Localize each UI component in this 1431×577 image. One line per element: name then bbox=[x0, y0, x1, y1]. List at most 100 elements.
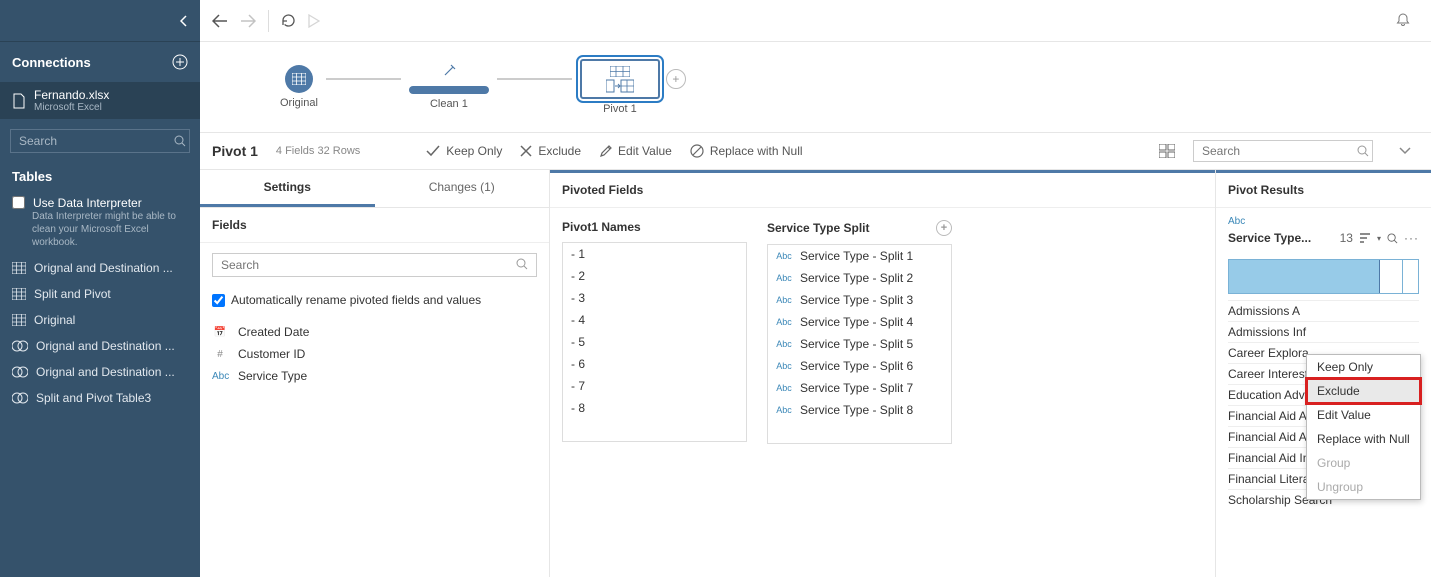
add-connection-button[interactable] bbox=[172, 54, 188, 70]
file-icon bbox=[12, 93, 26, 109]
search-icon[interactable] bbox=[1387, 233, 1398, 244]
data-interpreter-hint: Data Interpreter might be able to clean … bbox=[32, 210, 188, 249]
notifications-icon[interactable] bbox=[1395, 12, 1411, 28]
table-icon bbox=[285, 65, 313, 93]
actionbar-search-input[interactable] bbox=[1202, 144, 1357, 158]
keep-only-button[interactable]: Keep Only bbox=[426, 144, 502, 158]
forward-button[interactable] bbox=[240, 14, 256, 28]
pivot-split-item[interactable]: AbcService Type - Split 7 bbox=[768, 377, 951, 399]
chevron-down-icon[interactable]: ▾ bbox=[1377, 234, 1381, 243]
abc-icon: Abc bbox=[776, 405, 792, 415]
add-step-button[interactable]: + bbox=[666, 69, 686, 89]
pivot-split-item[interactable]: AbcService Type - Split 5 bbox=[768, 333, 951, 355]
abc-icon: Abc bbox=[776, 317, 792, 327]
sidebar-table-item[interactable]: Orignal and Destination ... bbox=[0, 333, 200, 359]
flow-node-original[interactable]: Original bbox=[280, 65, 318, 109]
use-data-interpreter[interactable]: Use Data Interpreter bbox=[12, 196, 188, 210]
flow-node-clean[interactable]: Clean 1 bbox=[409, 64, 489, 110]
step-title: Pivot 1 bbox=[212, 143, 258, 159]
exclude-button[interactable]: Exclude bbox=[520, 144, 581, 158]
pivot-name-item[interactable]: - 2 bbox=[563, 265, 746, 287]
join-icon bbox=[12, 340, 28, 352]
field-row[interactable]: #Customer ID bbox=[200, 343, 549, 365]
connection-file-type: Microsoft Excel bbox=[34, 102, 109, 113]
search-icon bbox=[516, 258, 528, 272]
fields-search-input[interactable] bbox=[221, 258, 516, 272]
sidebar-table-item[interactable]: Orignal and Destination ... bbox=[0, 255, 200, 281]
pivot-name-item[interactable]: - 6 bbox=[563, 353, 746, 375]
pivot-results-title: Pivot Results bbox=[1216, 170, 1431, 208]
pivot-split-list[interactable]: AbcService Type - Split 1AbcService Type… bbox=[767, 244, 952, 444]
pivot-names-header: Pivot1 Names bbox=[562, 220, 641, 234]
connection-item[interactable]: Fernando.xlsx Microsoft Excel bbox=[0, 82, 200, 119]
ctx-edit-value[interactable]: Edit Value bbox=[1307, 403, 1420, 427]
tab-settings[interactable]: Settings bbox=[200, 170, 375, 207]
ctx-ungroup: Ungroup bbox=[1307, 475, 1420, 499]
refresh-button[interactable] bbox=[281, 13, 296, 28]
pivot-name-item[interactable]: - 5 bbox=[563, 331, 746, 353]
sidebar-table-item[interactable]: Split and Pivot Table3 bbox=[0, 385, 200, 411]
sidebar-search[interactable] bbox=[10, 129, 190, 153]
edit-value-button[interactable]: Edit Value bbox=[599, 144, 672, 158]
field-row[interactable]: AbcService Type bbox=[200, 365, 549, 387]
auto-rename-checkbox[interactable]: Automatically rename pivoted fields and … bbox=[200, 287, 549, 313]
distribution-bar[interactable] bbox=[1228, 259, 1419, 294]
run-flow-button[interactable] bbox=[308, 14, 320, 28]
sidebar-table-item[interactable]: Orignal and Destination ... bbox=[0, 359, 200, 385]
pivot-split-item[interactable]: AbcService Type - Split 2 bbox=[768, 267, 951, 289]
context-menu: Keep Only Exclude Edit Value Replace wit… bbox=[1306, 354, 1421, 500]
connection-file-name: Fernando.xlsx bbox=[34, 88, 109, 102]
flow-canvas[interactable]: Original Clean 1 Pivot 1 + bbox=[200, 42, 1431, 132]
collapse-sidebar-button[interactable] bbox=[180, 15, 188, 27]
replace-null-button[interactable]: Replace with Null bbox=[690, 144, 803, 158]
flow-node-pivot[interactable]: Pivot 1 bbox=[580, 59, 660, 115]
pivot-name-item[interactable]: - 1 bbox=[563, 243, 746, 265]
pivot-name-item[interactable]: - 4 bbox=[563, 309, 746, 331]
datatype-abc-icon: Abc bbox=[1228, 216, 1419, 227]
actionbar-search[interactable] bbox=[1193, 140, 1373, 162]
more-icon[interactable]: ··· bbox=[1404, 231, 1419, 245]
sidebar-search-input[interactable] bbox=[19, 134, 174, 148]
field-row[interactable]: 📅Created Date bbox=[200, 321, 549, 343]
sort-icon[interactable] bbox=[1359, 233, 1371, 243]
pivot-name-item[interactable]: - 3 bbox=[563, 287, 746, 309]
join-icon bbox=[12, 392, 28, 404]
expand-panel-button[interactable] bbox=[1391, 147, 1419, 155]
tab-changes[interactable]: Changes (1) bbox=[375, 170, 550, 207]
sidebar-table-item[interactable]: Split and Pivot bbox=[0, 281, 200, 307]
pivot-split-item[interactable]: AbcService Type - Split 8 bbox=[768, 399, 951, 421]
pivot-split-item[interactable]: AbcService Type - Split 3 bbox=[768, 289, 951, 311]
view-toggle-icon[interactable] bbox=[1159, 144, 1175, 158]
number-icon: # bbox=[212, 349, 228, 360]
pivot-name-item[interactable]: - 7 bbox=[563, 375, 746, 397]
pivot-split-item[interactable]: AbcService Type - Split 6 bbox=[768, 355, 951, 377]
result-count: 13 bbox=[1340, 231, 1353, 245]
ctx-exclude[interactable]: Exclude bbox=[1307, 379, 1420, 403]
pivot-name-item[interactable]: - 8 bbox=[563, 397, 746, 419]
main-area: Original Clean 1 Pivot 1 + Pivot 1 4 Fie… bbox=[200, 0, 1431, 577]
add-pivot-field-button[interactable]: + bbox=[936, 220, 952, 236]
table-icon bbox=[12, 288, 26, 300]
pivot-step-icon bbox=[580, 59, 660, 99]
ctx-keep-only[interactable]: Keep Only bbox=[1307, 355, 1420, 379]
left-sidebar: Connections Fernando.xlsx Microsoft Exce… bbox=[0, 0, 200, 577]
ctx-replace-null[interactable]: Replace with Null bbox=[1307, 427, 1420, 451]
step-meta: 4 Fields 32 Rows bbox=[276, 145, 360, 157]
pivot-split-item[interactable]: AbcService Type - Split 1 bbox=[768, 245, 951, 267]
abc-icon: Abc bbox=[776, 251, 792, 261]
fields-search[interactable] bbox=[212, 253, 537, 277]
back-button[interactable] bbox=[212, 14, 228, 28]
abc-icon: Abc bbox=[212, 371, 228, 382]
result-field-name: Service Type... bbox=[1228, 231, 1334, 245]
sidebar-table-item[interactable]: Original bbox=[0, 307, 200, 333]
result-value-item[interactable]: Admissions Inf bbox=[1228, 321, 1419, 342]
abc-icon: Abc bbox=[776, 361, 792, 371]
result-value-item[interactable]: Admissions A bbox=[1228, 300, 1419, 321]
tables-title: Tables bbox=[0, 163, 200, 190]
step-action-bar: Pivot 1 4 Fields 32 Rows Keep Only Exclu… bbox=[200, 132, 1431, 170]
pivot-split-item[interactable]: AbcService Type - Split 4 bbox=[768, 311, 951, 333]
ctx-group: Group bbox=[1307, 451, 1420, 475]
fields-title: Fields bbox=[200, 208, 549, 243]
pivot-names-list[interactable]: - 1 - 2 - 3 - 4 - 5 - 6 - 7 - 8 bbox=[562, 242, 747, 442]
data-interpreter-checkbox[interactable] bbox=[12, 196, 25, 209]
